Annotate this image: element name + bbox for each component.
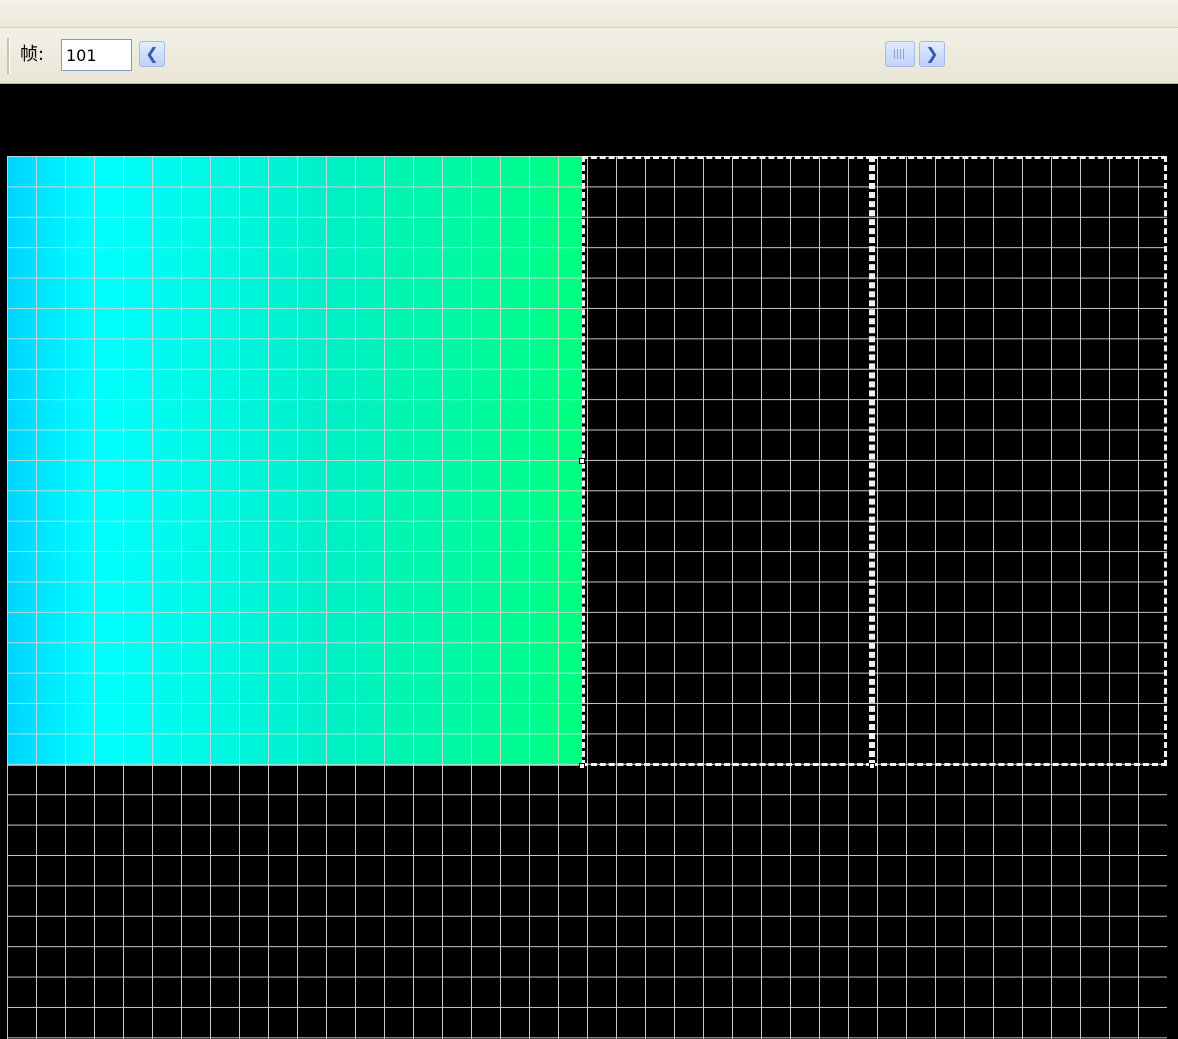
selection-rectangle-left[interactable] xyxy=(582,156,872,766)
frame-scroll-thumb[interactable] xyxy=(885,41,915,67)
scroll-thumb-grip-icon xyxy=(894,49,906,59)
top-strip xyxy=(0,0,1178,28)
toolbar-grip[interactable] xyxy=(7,38,10,74)
chevron-right-icon: ❯ xyxy=(925,44,939,63)
frame-input[interactable] xyxy=(61,39,132,71)
frame-label: 帧: xyxy=(20,44,45,65)
selection-handle[interactable] xyxy=(579,763,585,769)
frame-scroll-left-button[interactable]: ❮ xyxy=(139,41,165,67)
frame-toolbar: 帧: ❮ ❯ xyxy=(0,28,1178,84)
chevron-left-icon: ❮ xyxy=(145,44,159,63)
selection-handle[interactable] xyxy=(579,458,585,464)
led-canvas[interactable] xyxy=(0,84,1178,1039)
selection-rectangle-right[interactable] xyxy=(872,156,1167,766)
app-window: 帧: ❮ ❯ xyxy=(0,0,1178,1039)
gradient-color-block[interactable] xyxy=(7,156,582,766)
frame-scroll-right-button[interactable]: ❯ xyxy=(919,41,945,67)
selection-handle[interactable] xyxy=(869,763,875,769)
